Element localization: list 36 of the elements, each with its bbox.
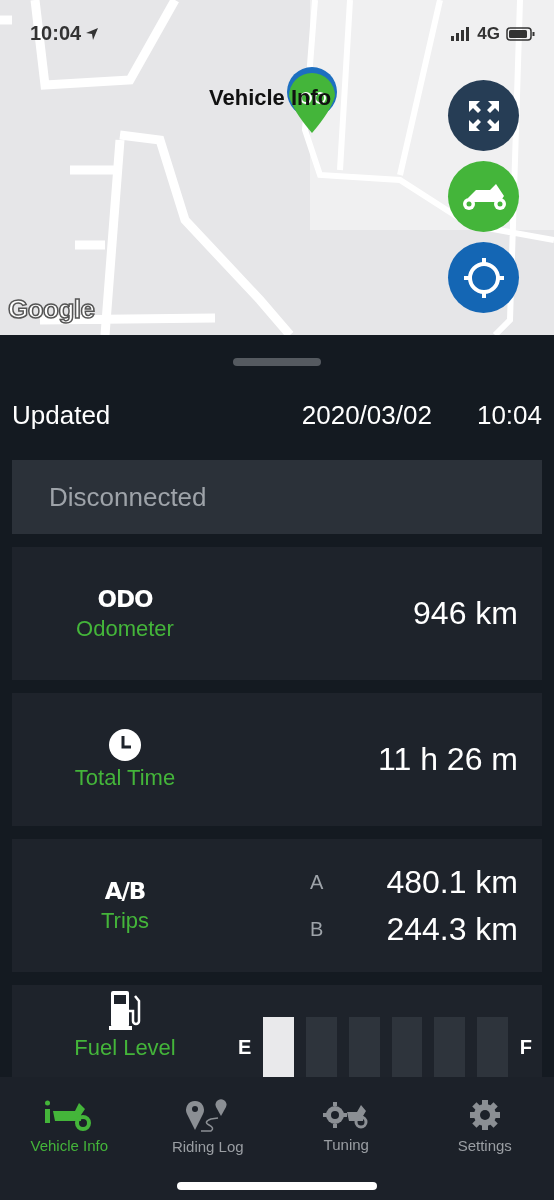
settings-icon [468,1098,501,1131]
full-label: F [519,1035,532,1059]
tab-button[interactable]: Riding Log [138,1077,277,1167]
status-time: 10:04 [30,22,82,45]
trip-name: A [310,870,324,894]
motorcycle-info-icon [45,1098,94,1131]
tab-button[interactable]: Tuning [277,1077,416,1167]
stat-label: Trips [100,907,150,934]
empty-label: E [238,1035,252,1059]
stat-label: Fuel Level [74,1035,176,1061]
stat-label: Odometer [76,615,174,642]
stat-value: 11 h 26 m [377,741,519,778]
map-attribution: Google [8,294,95,325]
fuel-pump-icon [109,989,141,1031]
signal-icon [451,27,472,41]
expand-arrows-icon [466,98,501,133]
odo-label: ODO [97,585,153,612]
trips-label: A/B [104,877,146,904]
updated-label: Updated [12,399,112,431]
trip-name: B [310,917,324,941]
crosshair-icon [461,255,506,300]
location-arrow-icon [85,26,100,41]
tab-button[interactable]: Vehicle Info [0,1077,139,1167]
trip-value: 244.3 km [385,910,518,948]
tab-button[interactable]: Settings [415,1077,554,1167]
battery-icon [506,27,536,41]
updated-time: 10:04 [476,399,542,431]
drag-handle[interactable] [233,358,321,366]
network-type: 4G [477,24,500,44]
clock-icon [109,728,141,761]
gears-motorcycle-icon [323,1099,370,1130]
connection-status: Disconnected [12,460,542,534]
stat-value: 946 km [412,595,519,632]
updated-date: 2020/03/02 [301,399,432,431]
stat-label: Total Time [74,764,176,791]
trip-value: 480.1 km [385,863,518,901]
